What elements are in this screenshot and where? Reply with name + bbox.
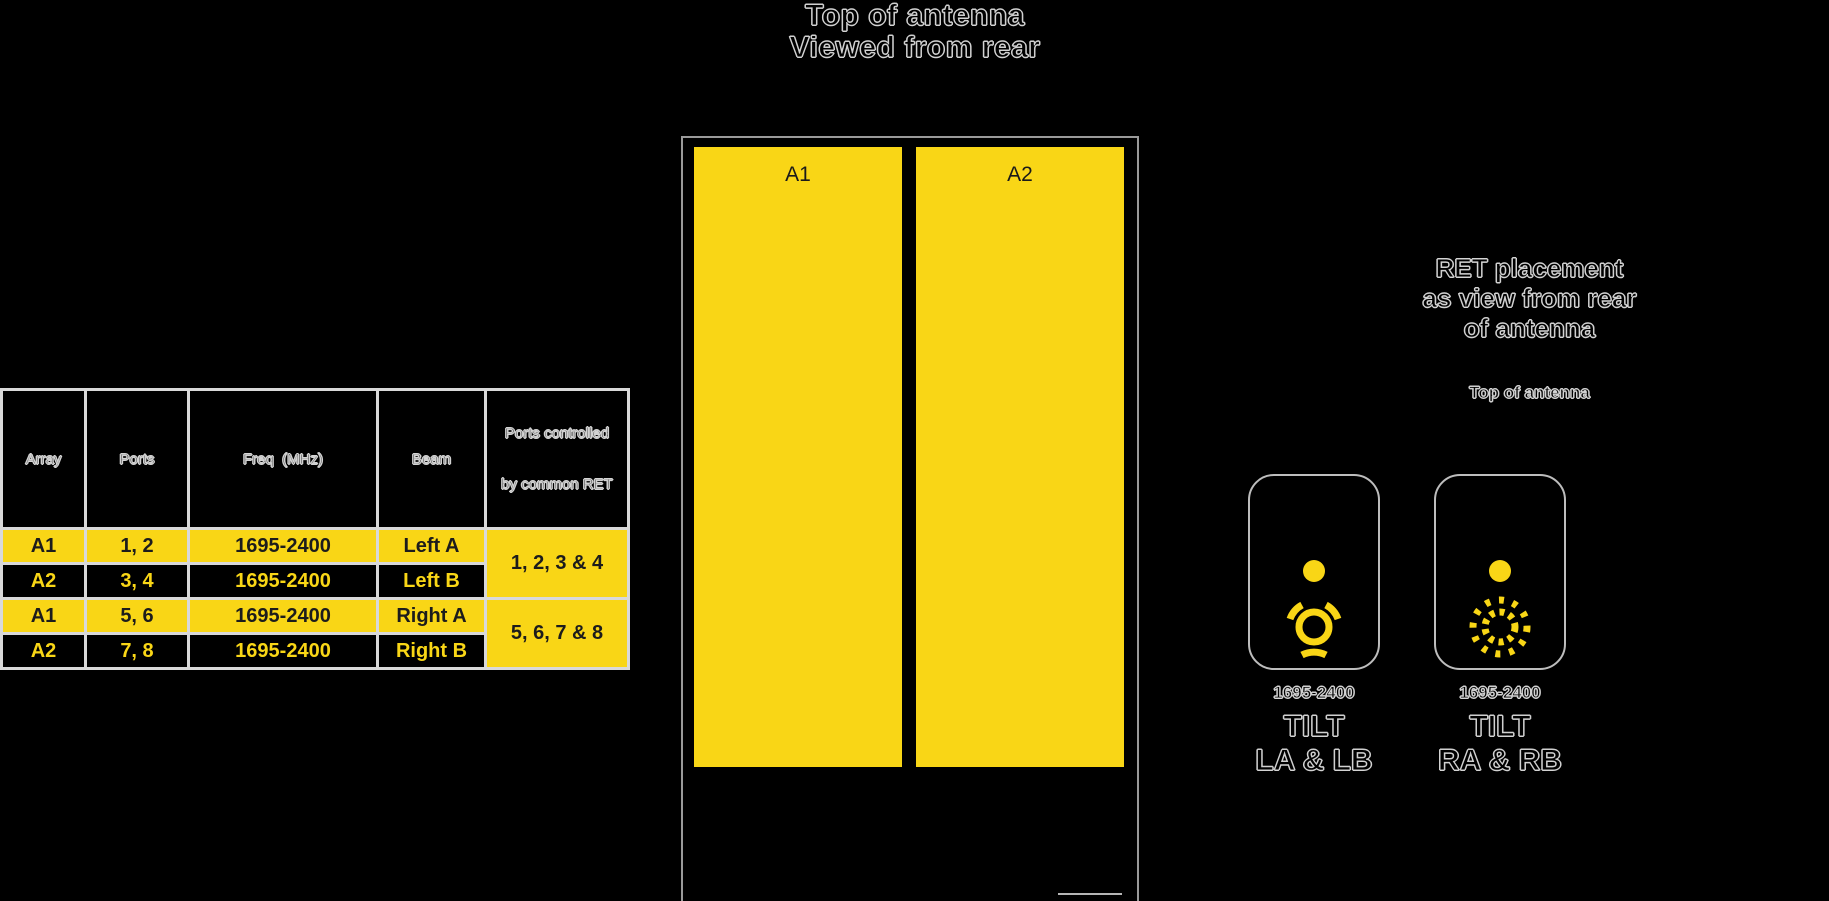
ret-indicator-dot-icon — [1489, 560, 1511, 582]
header-freq: Freq (MHz) — [190, 391, 376, 527]
diagram-title-line-1: Top of antenna — [805, 0, 1025, 32]
diagram-title: Top of antenna Viewed from rear — [620, 0, 1210, 64]
cell-freq: 1695-2400 — [190, 530, 376, 562]
cell-freq: 1695-2400 — [190, 600, 376, 632]
cell-freq: 1695-2400 — [190, 565, 376, 597]
ret-placement-title-line-2: as view from rear — [1422, 283, 1637, 314]
cell-beam: Left A — [379, 530, 484, 562]
cell-common-ret-group: 1, 2, 3 & 4 — [487, 530, 627, 597]
cell-freq: 1695-2400 — [190, 635, 376, 667]
cell-array: A2 — [3, 565, 84, 597]
ret-right-freq: 1695-2400 — [1459, 683, 1541, 703]
ret-placement-title: RET placement as view from rear of anten… — [1230, 253, 1829, 344]
cell-array: A1 — [3, 530, 84, 562]
cell-common-ret-group: 5, 6, 7 & 8 — [487, 600, 627, 667]
array-panel-a1: A1 — [694, 147, 902, 767]
ret-left-pair: LA & LB — [1255, 744, 1373, 778]
cell-ports: 7, 8 — [87, 635, 187, 667]
ret-left-freq: 1695-2400 — [1273, 683, 1355, 703]
array-panel-a1-label: A1 — [785, 163, 811, 186]
ret-module-right — [1434, 474, 1566, 670]
ret-indicator-dot-icon — [1303, 560, 1325, 582]
header-beam: Beam — [379, 391, 484, 527]
ret-placement-title-line-1: RET placement — [1435, 253, 1624, 284]
cell-beam: Right B — [379, 635, 484, 667]
ret-caption-right: 1695-2400 TILT RA & RB — [1395, 676, 1605, 778]
antenna-bottom-rule — [1058, 893, 1122, 895]
port-specification-table: Array Ports Freq (MHz) Beam Ports contro… — [0, 388, 630, 670]
table-row: A1 5, 6 1695-2400 Right A 5, 6, 7 & 8 — [3, 600, 627, 667]
cell-beam: Right A — [379, 600, 484, 632]
ret-subheading: Top of antenna — [1469, 383, 1591, 403]
diagram-title-line-2: Viewed from rear — [789, 31, 1041, 64]
ret-left-tilt: TILT — [1283, 710, 1345, 744]
header-common-ret: Ports controlled by common RET — [487, 391, 627, 527]
ret-caption-left: 1695-2400 TILT LA & LB — [1209, 676, 1419, 778]
cell-array: A2 — [3, 635, 84, 667]
header-array: Array — [3, 391, 84, 527]
array-panel-a2: A2 — [916, 147, 1124, 767]
cell-beam: Left B — [379, 565, 484, 597]
ret-module-left — [1248, 474, 1380, 670]
table-row: A1 1, 2 1695-2400 Left A 1, 2, 3 & 4 — [3, 530, 627, 597]
table-header-row: Array Ports Freq (MHz) Beam Ports contro… — [3, 391, 627, 527]
ret-placement-title-line-3: of antenna — [1463, 313, 1596, 344]
ret-solid-ring-icon — [1280, 593, 1348, 661]
array-panel-a2-label: A2 — [1007, 163, 1033, 186]
cell-ports: 5, 6 — [87, 600, 187, 632]
cell-array: A1 — [3, 600, 84, 632]
ret-right-tilt: TILT — [1469, 710, 1531, 744]
cell-ports: 3, 4 — [87, 565, 187, 597]
header-ports: Ports — [87, 391, 187, 527]
cell-ports: 1, 2 — [87, 530, 187, 562]
ret-dotted-ring-icon — [1466, 593, 1534, 661]
antenna-top-view: A1 A2 — [681, 136, 1139, 901]
ret-right-pair: RA & RB — [1438, 744, 1563, 778]
